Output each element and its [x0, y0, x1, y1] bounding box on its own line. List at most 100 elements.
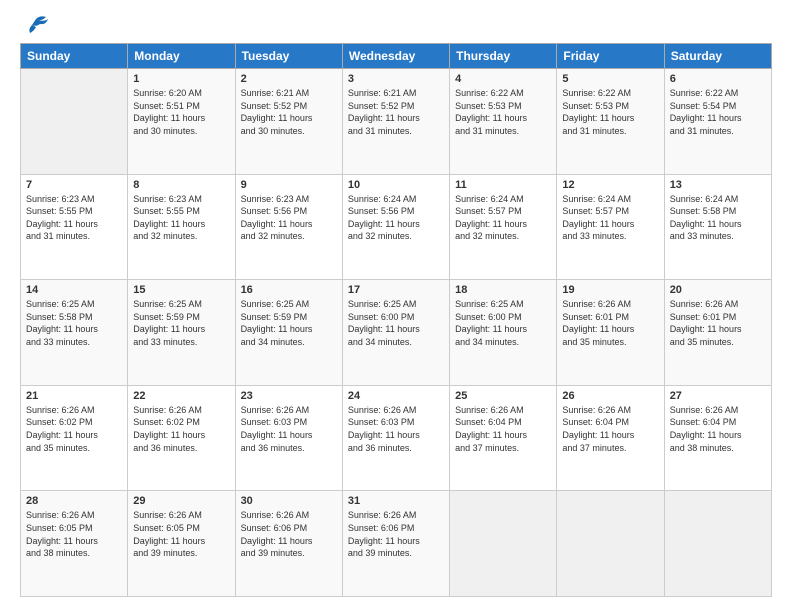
calendar-page: SundayMondayTuesdayWednesdayThursdayFrid… [0, 0, 792, 612]
day-number: 8 [133, 179, 229, 191]
day-info: Sunrise: 6:26 AM Sunset: 6:01 PM Dayligh… [670, 298, 766, 348]
day-cell: 2 Sunrise: 6:21 AM Sunset: 5:52 PM Daylig… [235, 69, 342, 175]
day-cell: 10 Sunrise: 6:24 AM Sunset: 5:56 PM Dayli… [342, 174, 449, 280]
day-number: 31 [348, 495, 444, 507]
day-number: 4 [455, 73, 551, 85]
day-header-tuesday: Tuesday [235, 44, 342, 69]
day-info: Sunrise: 6:26 AM Sunset: 6:02 PM Dayligh… [26, 404, 122, 454]
day-cell: 31 Sunrise: 6:26 AM Sunset: 6:06 PM Dayli… [342, 491, 449, 597]
day-cell: 4 Sunrise: 6:22 AM Sunset: 5:53 PM Daylig… [450, 69, 557, 175]
day-number: 18 [455, 284, 551, 296]
day-cell: 6 Sunrise: 6:22 AM Sunset: 5:54 PM Daylig… [664, 69, 771, 175]
day-info: Sunrise: 6:24 AM Sunset: 5:56 PM Dayligh… [348, 193, 444, 243]
day-info: Sunrise: 6:26 AM Sunset: 6:06 PM Dayligh… [348, 509, 444, 559]
day-number: 3 [348, 73, 444, 85]
day-cell: 16 Sunrise: 6:25 AM Sunset: 5:59 PM Dayli… [235, 280, 342, 386]
day-info: Sunrise: 6:24 AM Sunset: 5:57 PM Dayligh… [562, 193, 658, 243]
week-row-4: 21 Sunrise: 6:26 AM Sunset: 6:02 PM Dayli… [21, 385, 772, 491]
day-cell: 29Sunrise: 6:26 AM Sunset: 6:05 PM Dayli… [128, 491, 235, 597]
day-number: 6 [670, 73, 766, 85]
day-cell: 30 Sunrise: 6:26 AM Sunset: 6:06 PM Dayli… [235, 491, 342, 597]
day-cell: 7Sunrise: 6:23 AM Sunset: 5:55 PM Daylig… [21, 174, 128, 280]
day-number: 29 [133, 495, 229, 507]
day-number: 26 [562, 390, 658, 402]
day-cell: 15 Sunrise: 6:25 AM Sunset: 5:59 PM Dayli… [128, 280, 235, 386]
day-header-wednesday: Wednesday [342, 44, 449, 69]
week-row-2: 7Sunrise: 6:23 AM Sunset: 5:55 PM Daylig… [21, 174, 772, 280]
day-info: Sunrise: 6:21 AM Sunset: 5:52 PM Dayligh… [348, 87, 444, 137]
day-number: 1 [133, 73, 229, 85]
week-row-5: 28 Sunrise: 6:26 AM Sunset: 6:05 PM Dayli… [21, 491, 772, 597]
day-cell: 13 Sunrise: 6:24 AM Sunset: 5:58 PM Dayli… [664, 174, 771, 280]
day-number: 14 [26, 284, 122, 296]
day-info: Sunrise: 6:26 AM Sunset: 6:02 PM Dayligh… [133, 404, 229, 454]
week-row-1: 1 Sunrise: 6:20 AM Sunset: 5:51 PM Daylig… [21, 69, 772, 175]
day-cell: 11Sunrise: 6:24 AM Sunset: 5:57 PM Dayli… [450, 174, 557, 280]
day-info: Sunrise: 6:24 AM Sunset: 5:57 PM Dayligh… [455, 193, 551, 243]
day-number: 23 [241, 390, 337, 402]
day-cell: 27Sunrise: 6:26 AM Sunset: 6:04 PM Dayli… [664, 385, 771, 491]
day-cell: 26 Sunrise: 6:26 AM Sunset: 6:04 PM Dayli… [557, 385, 664, 491]
day-number: 9 [241, 179, 337, 191]
day-cell: 24Sunrise: 6:26 AM Sunset: 6:03 PM Dayli… [342, 385, 449, 491]
day-number: 16 [241, 284, 337, 296]
day-info: Sunrise: 6:26 AM Sunset: 6:04 PM Dayligh… [670, 404, 766, 454]
day-cell: 3 Sunrise: 6:21 AM Sunset: 5:52 PM Daylig… [342, 69, 449, 175]
day-header-thursday: Thursday [450, 44, 557, 69]
day-number: 10 [348, 179, 444, 191]
day-number: 28 [26, 495, 122, 507]
day-number: 2 [241, 73, 337, 85]
day-info: Sunrise: 6:24 AM Sunset: 5:58 PM Dayligh… [670, 193, 766, 243]
day-number: 19 [562, 284, 658, 296]
day-cell: 17 Sunrise: 6:25 AM Sunset: 6:00 PM Dayli… [342, 280, 449, 386]
day-cell: 18 Sunrise: 6:25 AM Sunset: 6:00 PM Dayli… [450, 280, 557, 386]
day-cell [450, 491, 557, 597]
logo [20, 15, 50, 33]
day-number: 22 [133, 390, 229, 402]
day-cell: 8 Sunrise: 6:23 AM Sunset: 5:55 PM Daylig… [128, 174, 235, 280]
header [20, 15, 772, 33]
week-row-3: 14Sunrise: 6:25 AM Sunset: 5:58 PM Dayli… [21, 280, 772, 386]
day-number: 12 [562, 179, 658, 191]
logo-bird-icon [22, 15, 50, 37]
day-info: Sunrise: 6:25 AM Sunset: 5:59 PM Dayligh… [133, 298, 229, 348]
day-number: 17 [348, 284, 444, 296]
day-info: Sunrise: 6:26 AM Sunset: 6:03 PM Dayligh… [348, 404, 444, 454]
day-number: 30 [241, 495, 337, 507]
day-cell: 19 Sunrise: 6:26 AM Sunset: 6:01 PM Dayli… [557, 280, 664, 386]
day-info: Sunrise: 6:26 AM Sunset: 6:01 PM Dayligh… [562, 298, 658, 348]
day-number: 15 [133, 284, 229, 296]
day-info: Sunrise: 6:26 AM Sunset: 6:03 PM Dayligh… [241, 404, 337, 454]
day-cell: 23 Sunrise: 6:26 AM Sunset: 6:03 PM Dayli… [235, 385, 342, 491]
day-number: 5 [562, 73, 658, 85]
day-number: 20 [670, 284, 766, 296]
day-number: 25 [455, 390, 551, 402]
day-cell: 12 Sunrise: 6:24 AM Sunset: 5:57 PM Dayli… [557, 174, 664, 280]
day-info: Sunrise: 6:26 AM Sunset: 6:06 PM Dayligh… [241, 509, 337, 559]
calendar-table: SundayMondayTuesdayWednesdayThursdayFrid… [20, 43, 772, 597]
day-info: Sunrise: 6:20 AM Sunset: 5:51 PM Dayligh… [133, 87, 229, 137]
day-info: Sunrise: 6:22 AM Sunset: 5:53 PM Dayligh… [455, 87, 551, 137]
day-info: Sunrise: 6:22 AM Sunset: 5:54 PM Dayligh… [670, 87, 766, 137]
day-info: Sunrise: 6:23 AM Sunset: 5:55 PM Dayligh… [26, 193, 122, 243]
day-info: Sunrise: 6:23 AM Sunset: 5:55 PM Dayligh… [133, 193, 229, 243]
day-header-saturday: Saturday [664, 44, 771, 69]
day-number: 13 [670, 179, 766, 191]
day-header-friday: Friday [557, 44, 664, 69]
day-info: Sunrise: 6:26 AM Sunset: 6:05 PM Dayligh… [26, 509, 122, 559]
day-info: Sunrise: 6:25 AM Sunset: 6:00 PM Dayligh… [348, 298, 444, 348]
day-cell: 1 Sunrise: 6:20 AM Sunset: 5:51 PM Daylig… [128, 69, 235, 175]
day-cell: 5Sunrise: 6:22 AM Sunset: 5:53 PM Daylig… [557, 69, 664, 175]
day-cell: 9Sunrise: 6:23 AM Sunset: 5:56 PM Daylig… [235, 174, 342, 280]
day-cell: 14Sunrise: 6:25 AM Sunset: 5:58 PM Dayli… [21, 280, 128, 386]
day-cell: 20 Sunrise: 6:26 AM Sunset: 6:01 PM Dayli… [664, 280, 771, 386]
day-info: Sunrise: 6:26 AM Sunset: 6:04 PM Dayligh… [562, 404, 658, 454]
day-header-sunday: Sunday [21, 44, 128, 69]
day-info: Sunrise: 6:25 AM Sunset: 6:00 PM Dayligh… [455, 298, 551, 348]
day-info: Sunrise: 6:21 AM Sunset: 5:52 PM Dayligh… [241, 87, 337, 137]
day-number: 21 [26, 390, 122, 402]
day-info: Sunrise: 6:25 AM Sunset: 5:59 PM Dayligh… [241, 298, 337, 348]
day-cell: 28 Sunrise: 6:26 AM Sunset: 6:05 PM Dayli… [21, 491, 128, 597]
day-info: Sunrise: 6:26 AM Sunset: 6:04 PM Dayligh… [455, 404, 551, 454]
day-cell [557, 491, 664, 597]
